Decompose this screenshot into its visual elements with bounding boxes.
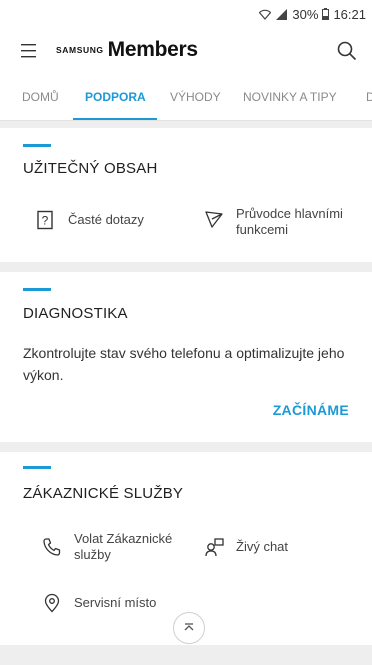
diagnostics-description: Zkontrolujte stav svého telefonu a optim… <box>23 345 345 383</box>
service-location-label: Servisní místo <box>74 595 157 610</box>
active-tab-indicator <box>73 118 157 120</box>
svg-text:?: ? <box>42 214 49 228</box>
location-pin-icon <box>44 593 60 613</box>
call-service-item[interactable]: Volat Zákaznické služby <box>42 531 172 563</box>
guide-label-line2: funkcemi <box>236 222 289 237</box>
scroll-to-top-button[interactable] <box>173 612 205 644</box>
app-logo: SAMSUNG Members <box>56 38 198 62</box>
section-accent <box>23 466 51 469</box>
phone-icon <box>43 538 61 556</box>
service-location-item[interactable]: Servisní místo <box>42 593 156 613</box>
faq-item[interactable]: ? Časté dotazy <box>36 210 144 230</box>
tab-support[interactable]: PODPORA <box>85 90 146 104</box>
clock: 16:21 <box>333 6 366 22</box>
section-title: UŽITEČNÝ OBSAH <box>23 160 158 177</box>
tab-more[interactable]: D <box>366 90 372 104</box>
call-service-label-line2: služby <box>74 547 111 562</box>
call-service-label-line1: Volat Zákaznické <box>74 531 173 546</box>
diagnostics-card: DIAGNOSTIKA Zkontrolujte stav svého tele… <box>0 272 372 442</box>
app-bar: SAMSUNG Members <box>0 28 372 76</box>
menu-icon[interactable] <box>21 43 39 59</box>
section-title: DIAGNOSTIKA <box>23 305 128 322</box>
guide-icon <box>205 211 223 228</box>
tab-news-tips[interactable]: NOVINKY A TIPY <box>243 90 337 104</box>
signal-icon <box>276 8 288 20</box>
guide-item[interactable]: Průvodce hlavními funkcemi <box>204 206 343 238</box>
faq-icon: ? <box>37 210 53 230</box>
wifi-icon <box>259 9 272 20</box>
battery-icon <box>322 8 330 20</box>
tab-bar: DOMŮ PODPORA VÝHODY NOVINKY A TIPY D <box>0 76 372 121</box>
useful-content-card: UŽITEČNÝ OBSAH ? Časté dotazy Průvodce h… <box>0 128 372 262</box>
faq-label: Časté dotazy <box>68 212 144 227</box>
live-chat-item[interactable]: Živý chat <box>204 537 288 557</box>
guide-label-line1: Průvodce hlavními <box>236 206 343 221</box>
live-chat-label: Živý chat <box>236 539 289 554</box>
section-accent <box>23 288 51 291</box>
start-button[interactable]: ZAČÍNÁME <box>273 402 349 418</box>
status-bar: 30% 16:21 <box>0 0 372 28</box>
section-accent <box>23 144 51 147</box>
chevron-up-icon <box>184 623 194 631</box>
section-title: ZÁKAZNICKÉ SLUŽBY <box>23 485 184 502</box>
tab-home[interactable]: DOMŮ <box>22 90 59 104</box>
guide-label: Průvodce hlavními funkcemi <box>236 206 343 238</box>
search-icon[interactable] <box>336 40 358 62</box>
chat-icon <box>205 538 224 557</box>
call-service-label: Volat Zákaznické služby <box>74 531 172 563</box>
brand-samsung: SAMSUNG <box>56 45 104 55</box>
tab-benefits[interactable]: VÝHODY <box>170 90 221 104</box>
brand-members: Members <box>107 38 198 61</box>
battery-percent: 30% <box>292 6 319 22</box>
